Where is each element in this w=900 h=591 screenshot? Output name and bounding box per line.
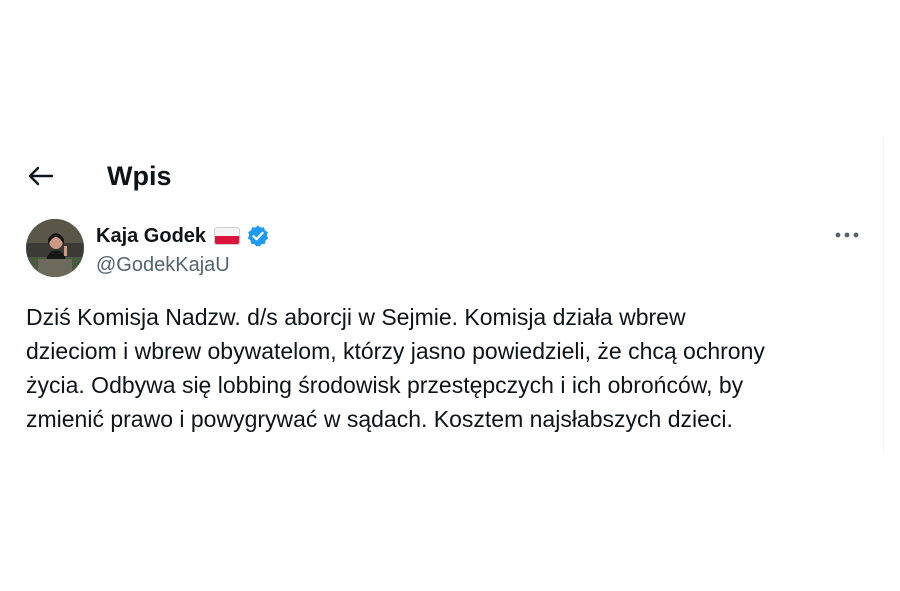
- back-button[interactable]: [26, 159, 56, 193]
- tweet-text: Dziś Komisja Nadzw. d/s aborcji w Sejmie…: [26, 304, 765, 432]
- poland-flag-icon: [214, 227, 241, 245]
- arrow-left-icon: [28, 166, 54, 186]
- page-header: Wpis: [14, 137, 883, 217]
- page-title: Wpis: [107, 161, 172, 191]
- more-horizontal-icon: [835, 232, 859, 238]
- author-display-name[interactable]: Kaja Godek: [96, 223, 206, 249]
- tweet-card: Wpis Kaja Godek @GodekKajaU Dziś Komisja…: [14, 137, 884, 453]
- verified-badge-icon[interactable]: [246, 224, 270, 248]
- avatar[interactable]: [26, 219, 84, 277]
- author-handle[interactable]: @GodekKajaU: [96, 252, 230, 278]
- author-name-row: Kaja Godek: [96, 221, 270, 251]
- more-options-button[interactable]: [832, 223, 862, 247]
